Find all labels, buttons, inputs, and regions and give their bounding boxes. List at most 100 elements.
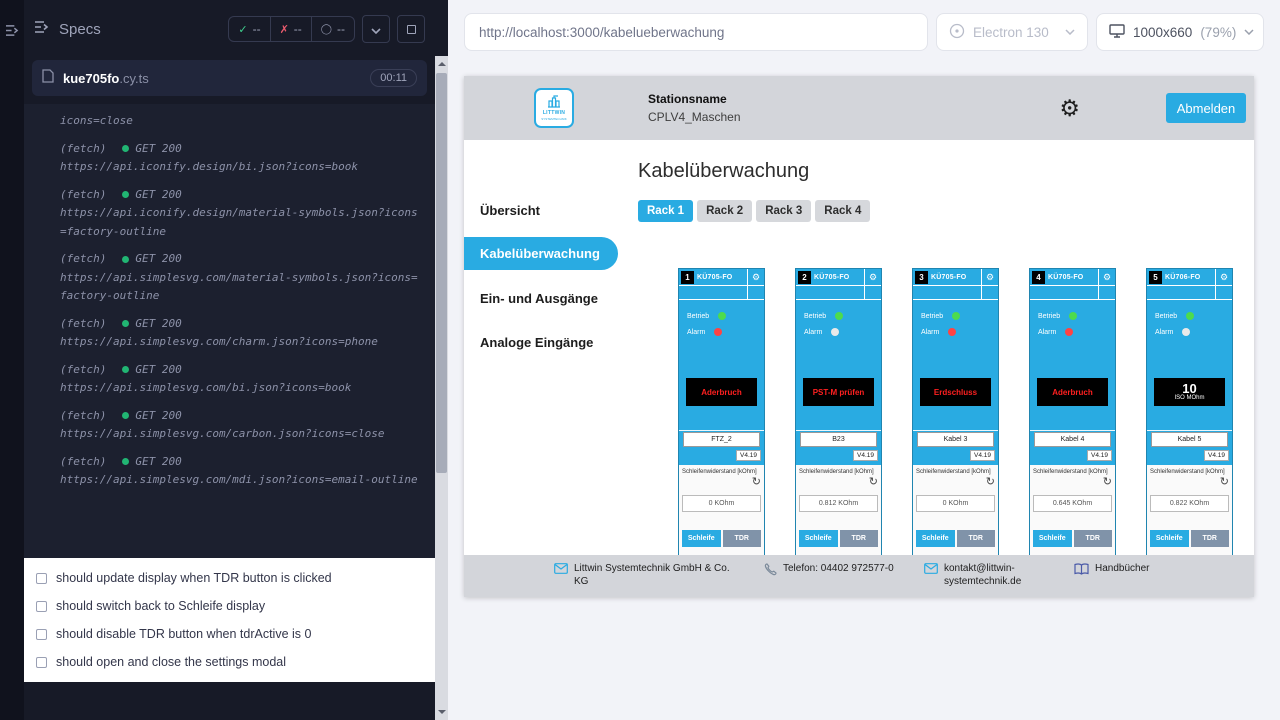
url-input[interactable]: http://localhost:3000/kabelueberwachung (464, 13, 928, 51)
logout-button[interactable]: Abmelden (1166, 93, 1246, 123)
tdr-button[interactable]: TDR (1074, 530, 1113, 547)
betrieb-label: Betrieb (921, 313, 943, 320)
spec-duration-badge: 00:11 (370, 69, 417, 87)
log-entry[interactable]: (fetch)GET 200 https://api.iconify.desig… (60, 140, 419, 177)
tab-rack-4[interactable]: Rack 4 (815, 200, 870, 222)
cable-name-input[interactable]: Kabel 3 (917, 432, 994, 447)
device-model-label: KÜ705-FO (814, 274, 849, 281)
cable-name-input[interactable]: B23 (800, 432, 877, 447)
device-card-2: 2 KÜ705-FO ⚙ Betrieb Alarm PST-M prüfen (795, 268, 882, 555)
collapse-button[interactable] (362, 15, 390, 43)
chevron-down-icon (1065, 29, 1075, 35)
test-title: should update display when TDR button is… (56, 571, 332, 585)
log-entry[interactable]: (fetch)GET 200 https://api.simplesvg.com… (60, 361, 419, 398)
log-entry[interactable]: (fetch)GET 200 https://api.simplesvg.com… (60, 453, 419, 490)
firmware-version: V4.19 (1204, 450, 1229, 461)
test-row[interactable]: should open and close the settings modal (24, 648, 435, 676)
log-entry[interactable]: (fetch)GET 200 https://api.simplesvg.com… (60, 315, 419, 352)
tab-rack-1[interactable]: Rack 1 (638, 200, 693, 222)
browser-select[interactable]: Electron 130 (936, 13, 1088, 51)
tdr-button[interactable]: TDR (1191, 530, 1230, 547)
book-icon (1074, 563, 1089, 575)
device-card-5: 5 KÜ706-FO ⚙ Betrieb Alarm 10 (1146, 268, 1233, 555)
status-dot-icon (122, 320, 129, 327)
footer-manuals[interactable]: Handbücher (1074, 562, 1149, 575)
tab-rack-2[interactable]: Rack 2 (697, 200, 752, 222)
log-status: GET 200 (122, 250, 181, 269)
device-gear-icon[interactable]: ⚙ (1215, 269, 1232, 285)
card-subrow (796, 286, 881, 300)
spec-file-name: kue705fo.cy.ts (63, 71, 149, 86)
tdr-button[interactable]: TDR (840, 530, 879, 547)
stat-passed: ✓-- (229, 17, 269, 41)
card-header: 2 KÜ705-FO ⚙ (796, 269, 881, 286)
device-display: Erdschluss (920, 378, 991, 406)
scrollbar-down-icon[interactable] (435, 705, 448, 720)
log-entry[interactable]: (fetch)GET 200 https://api.simplesvg.com… (60, 250, 419, 306)
log-entry[interactable]: (fetch)GET 200 https://api.iconify.desig… (60, 186, 419, 242)
device-gear-icon[interactable]: ⚙ (1098, 269, 1115, 285)
tdr-button[interactable]: TDR (723, 530, 762, 547)
schleife-button[interactable]: Schleife (1150, 530, 1189, 547)
refresh-icon[interactable]: ↻ (1103, 477, 1112, 488)
log-entry[interactable]: icons=close (60, 112, 419, 131)
nav-item-ein-und-ausgaenge[interactable]: Ein- und Ausgänge (464, 276, 620, 320)
test-row[interactable]: should update display when TDR button is… (24, 564, 435, 592)
log-url: https://api.iconify.design/material-symb… (60, 204, 419, 241)
refresh-icon[interactable]: ↻ (1220, 477, 1229, 488)
cable-name-input[interactable]: FTZ_2 (683, 432, 760, 447)
browser-chrome: http://localhost:3000/kabelueberwachung … (448, 0, 1280, 64)
scrollbar-up-icon[interactable] (435, 56, 448, 71)
spec-file-ext: .cy.ts (119, 71, 148, 86)
device-gear-icon[interactable]: ⚙ (864, 269, 881, 285)
footer-email[interactable]: kontakt@littwin-systemtechnik.de (924, 562, 1046, 588)
alarm-led (1065, 328, 1073, 336)
nav-item-kabelueberwachung[interactable]: Kabelüberwachung (464, 237, 618, 270)
log-status: GET 200 (122, 453, 181, 472)
cable-name-input[interactable]: Kabel 5 (1151, 432, 1228, 447)
status-leds: Betrieb Alarm (1030, 308, 1115, 340)
schleife-button[interactable]: Schleife (799, 530, 838, 547)
device-cards: 1 KÜ705-FO ⚙ Betrieb Alarm Aderbruch (638, 268, 1254, 555)
alarm-label: Alarm (1038, 329, 1056, 336)
schleife-button[interactable]: Schleife (916, 530, 955, 547)
test-row[interactable]: should disable TDR button when tdrActive… (24, 620, 435, 648)
specs-list-icon (34, 20, 50, 38)
resistance-value: 0.822 KOhm (1150, 495, 1229, 512)
device-gear-icon[interactable]: ⚙ (747, 269, 764, 285)
specs-title[interactable]: Specs (34, 20, 101, 38)
stop-button[interactable] (397, 15, 425, 43)
settings-gear-icon[interactable]: ⚙ (1059, 97, 1080, 120)
card-header: 4 KÜ705-FO ⚙ (1030, 269, 1115, 286)
test-row[interactable]: should switch back to Schleife display (24, 592, 435, 620)
log-status: GET 200 (122, 315, 181, 334)
tab-rack-3[interactable]: Rack 3 (756, 200, 811, 222)
schleife-button[interactable]: Schleife (1033, 530, 1072, 547)
viewport-select[interactable]: 1000x660 (79%) (1096, 13, 1264, 51)
refresh-icon[interactable]: ↻ (986, 477, 995, 488)
card-header: 3 KÜ705-FO ⚙ (913, 269, 998, 286)
test-list: should update display when TDR button is… (24, 558, 435, 682)
reporter-scrollbar[interactable] (435, 56, 448, 720)
card-measure-section: Schleifenwiderstand [kOhm] ↻ 0.822 KOhm … (1147, 465, 1232, 555)
device-display: Aderbruch (686, 378, 757, 406)
nav-item-uebersicht[interactable]: Übersicht (464, 188, 620, 232)
test-box-icon (36, 573, 47, 584)
refresh-icon[interactable]: ↻ (752, 477, 761, 488)
cable-name-input[interactable]: Kabel 4 (1034, 432, 1111, 447)
test-stats: ✓-- ✗-- ◯-- (228, 16, 355, 42)
refresh-icon[interactable]: ↻ (869, 477, 878, 488)
nav-item-analoge-eingaenge[interactable]: Analoge Eingänge (464, 320, 620, 364)
log-entry[interactable]: (fetch)GET 200 https://api.simplesvg.com… (60, 407, 419, 444)
log-url: https://api.simplesvg.com/mdi.json?icons… (60, 471, 419, 490)
spec-file-row[interactable]: kue705fo.cy.ts 00:11 (32, 60, 427, 96)
schleife-button[interactable]: Schleife (682, 530, 721, 547)
status-dot-icon (122, 458, 129, 465)
chevron-down-icon (1244, 29, 1254, 35)
log-url: https://api.iconify.design/bi.json?icons… (60, 158, 419, 177)
display-message: Aderbruch (701, 388, 741, 397)
scrollbar-thumb[interactable] (436, 73, 447, 473)
tdr-button[interactable]: TDR (957, 530, 996, 547)
specs-menu-icon[interactable] (5, 24, 20, 720)
device-gear-icon[interactable]: ⚙ (981, 269, 998, 285)
